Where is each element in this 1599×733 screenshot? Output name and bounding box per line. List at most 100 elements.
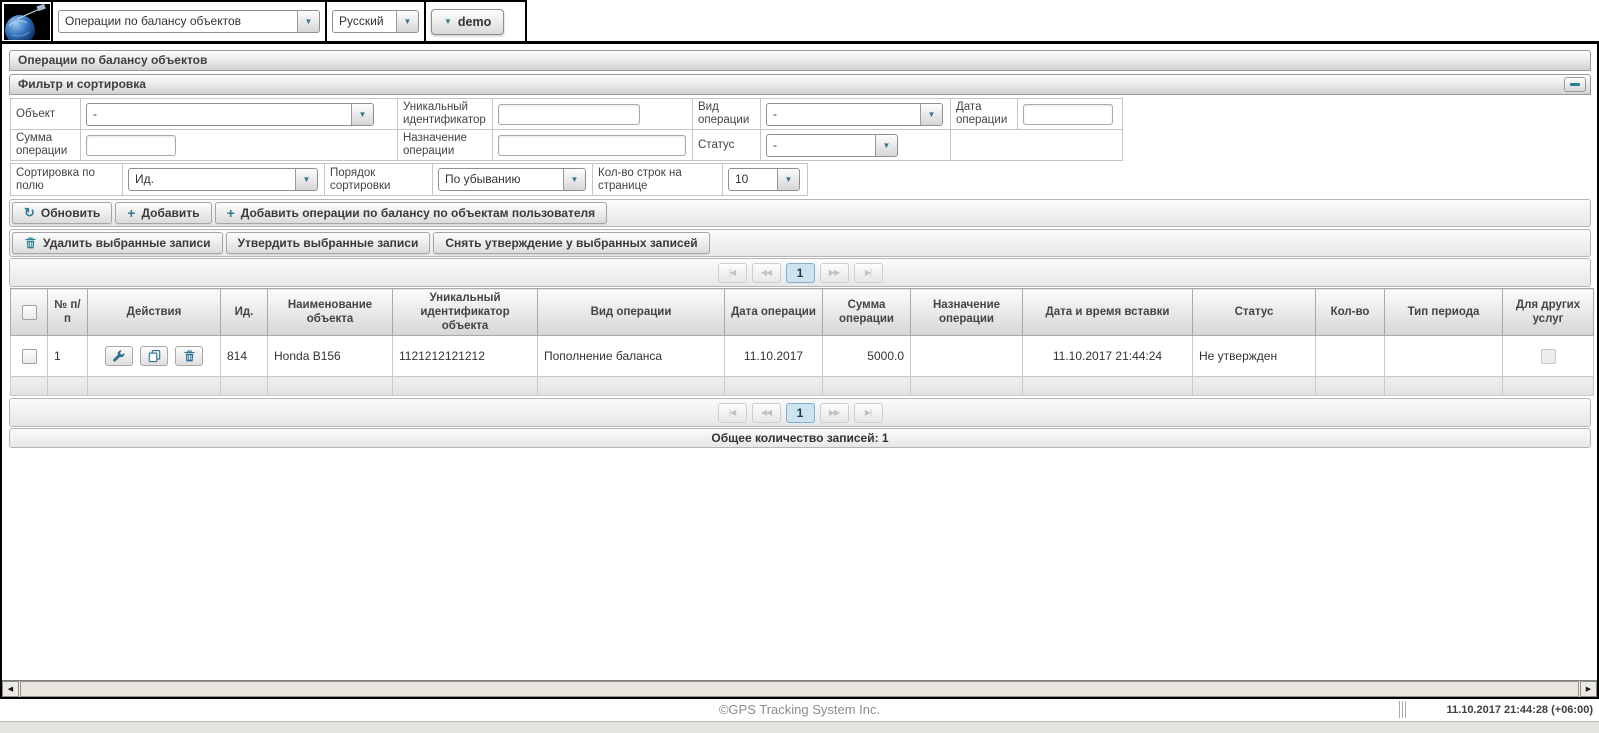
col-header-quantity[interactable]: Кол-во	[1316, 289, 1385, 336]
sort-order-select-value: По убыванию	[439, 169, 563, 190]
main-panel: Операции по балансу объектов Фильтр и со…	[0, 41, 1599, 699]
wrench-icon	[112, 350, 125, 363]
col-header-operation-type[interactable]: Вид операции	[538, 289, 725, 336]
horizontal-scrollbar[interactable]: ◀ ▶	[2, 680, 1597, 697]
table-row: 1	[11, 336, 1594, 377]
add-button[interactable]: + Добавить	[115, 202, 211, 224]
first-page-button[interactable]: |◀	[718, 403, 747, 423]
page-title: Операции по балансу объектов	[9, 50, 1591, 71]
operation-date-input[interactable]	[1023, 104, 1113, 125]
cell-actions	[88, 336, 221, 377]
module-section: Операции по балансу объектов ▼	[53, 2, 327, 41]
filter-panel-title: Фильтр и сортировка	[18, 77, 146, 91]
filter-table: Объект - ▼ Уникальный идентификатор Вид …	[10, 98, 1123, 161]
rows-per-page-select[interactable]: 10 ▼	[728, 168, 800, 191]
footer: ©GPS Tracking System Inc. 11.10.2017 21:…	[0, 699, 1599, 721]
current-page-button[interactable]: 1	[786, 263, 815, 283]
records-table: № п/п Действия Ид. Наименование объекта …	[10, 288, 1594, 396]
delete-selected-button[interactable]: Удалить выбранные записи	[12, 232, 223, 254]
col-header-period-type[interactable]: Тип периода	[1385, 289, 1503, 336]
cell-status: Не утвержден	[1193, 336, 1316, 377]
edit-button[interactable]	[105, 346, 133, 366]
other-services-checkbox	[1541, 349, 1556, 364]
object-select[interactable]: - ▼	[86, 103, 374, 126]
row-checkbox[interactable]	[22, 349, 37, 364]
col-header-purpose[interactable]: Назначение операции	[911, 289, 1023, 336]
plus-icon: +	[127, 206, 135, 220]
cell-quantity	[1316, 336, 1385, 377]
col-header-operation-date[interactable]: Дата операции	[725, 289, 823, 336]
chevron-down-icon[interactable]: ▼	[295, 169, 317, 190]
chevron-down-icon[interactable]: ▼	[875, 135, 897, 156]
status-label: Статус	[693, 130, 761, 161]
scroll-right-button[interactable]: ▶	[1580, 681, 1597, 697]
status-select[interactable]: - ▼	[766, 134, 898, 157]
operation-type-select-value: -	[767, 104, 920, 125]
last-page-button[interactable]: ▶|	[854, 403, 883, 423]
col-header-insert-datetime[interactable]: Дата и время вставки	[1023, 289, 1193, 336]
cell-unique-id: 1121212121212	[393, 336, 538, 377]
col-header-num[interactable]: № п/п	[48, 289, 88, 336]
col-header-object-name[interactable]: Наименование объекта	[268, 289, 393, 336]
operation-type-select[interactable]: - ▼	[766, 103, 943, 126]
scrollbar-thumb[interactable]	[20, 681, 1579, 697]
minus-icon	[1570, 83, 1580, 86]
current-page-button[interactable]: 1	[786, 403, 815, 423]
refresh-button[interactable]: ↻ Обновить	[12, 202, 112, 224]
unapprove-selected-button[interactable]: Снять утверждение у выбранных записей	[433, 232, 709, 254]
cell-insert-datetime: 11.10.2017 21:44:24	[1023, 336, 1193, 377]
chevron-down-icon[interactable]: ▼	[563, 169, 585, 190]
cell-other-services	[1503, 336, 1594, 377]
chevron-down-icon[interactable]: ▼	[920, 104, 942, 125]
cell-object-name: Honda B156	[268, 336, 393, 377]
col-header-operation-sum[interactable]: Сумма операции	[823, 289, 911, 336]
module-select-value: Операции по балансу объектов	[59, 11, 297, 32]
footer-divider	[1399, 701, 1406, 718]
cell-operation-sum: 5000.0	[823, 336, 911, 377]
module-select[interactable]: Операции по балансу объектов ▼	[58, 10, 320, 33]
language-section: Русский ▼	[327, 2, 426, 41]
next-page-button[interactable]: ▶▶	[820, 403, 849, 423]
scroll-left-button[interactable]: ◀	[2, 681, 19, 697]
collapse-button[interactable]	[1564, 77, 1586, 92]
unapprove-selected-label: Снять утверждение у выбранных записей	[445, 236, 697, 250]
chevron-down-icon: ▼	[444, 17, 452, 26]
user-menu-button[interactable]: ▼ demo	[431, 9, 504, 35]
operation-sum-label: Сумма операции	[11, 130, 81, 161]
next-page-button[interactable]: ▶▶	[820, 263, 849, 283]
col-header-other-services[interactable]: Для других услуг	[1503, 289, 1594, 336]
chevron-down-icon[interactable]: ▼	[351, 104, 373, 125]
prev-page-button[interactable]: ◀◀	[752, 263, 781, 283]
toolbar-primary: ↻ Обновить + Добавить + Добавить операци…	[9, 199, 1591, 227]
copyright-text: ©GPS Tracking System Inc.	[0, 699, 1599, 721]
approve-selected-button[interactable]: Утвердить выбранные записи	[226, 232, 431, 254]
add-by-user-objects-button[interactable]: + Добавить операции по балансу по объект…	[215, 202, 608, 224]
col-header-actions[interactable]: Действия	[88, 289, 221, 336]
chevron-down-icon[interactable]: ▼	[297, 11, 319, 32]
total-records-text: Общее количество записей: 1	[711, 431, 888, 445]
prev-page-button[interactable]: ◀◀	[752, 403, 781, 423]
globe-satellite-icon	[4, 4, 50, 40]
chevron-down-icon[interactable]: ▼	[777, 169, 799, 190]
col-header-status[interactable]: Статус	[1193, 289, 1316, 336]
refresh-icon: ↻	[24, 205, 35, 221]
select-all-checkbox[interactable]	[22, 305, 37, 320]
copy-button[interactable]	[140, 346, 168, 366]
col-header-id[interactable]: Ид.	[221, 289, 268, 336]
unique-id-input[interactable]	[498, 104, 640, 125]
language-select[interactable]: Русский ▼	[332, 10, 419, 33]
user-menu-label: demo	[458, 15, 491, 29]
page-title-text: Операции по балансу объектов	[18, 53, 207, 67]
first-page-button[interactable]: |◀	[718, 263, 747, 283]
delete-selected-label: Удалить выбранные записи	[43, 236, 211, 250]
status-clock: 11.10.2017 21:44:28 (+06:00)	[1447, 699, 1593, 721]
sort-field-select[interactable]: Ид. ▼	[128, 168, 318, 191]
pagination-bottom: |◀ ◀◀ 1 ▶▶ ▶|	[9, 398, 1591, 427]
sort-order-select[interactable]: По убыванию ▼	[438, 168, 586, 191]
operation-sum-input[interactable]	[86, 135, 176, 156]
col-header-unique-id[interactable]: Уникальный идентификатор объекта	[393, 289, 538, 336]
operation-purpose-input[interactable]	[498, 135, 686, 156]
delete-button[interactable]	[175, 346, 203, 366]
last-page-button[interactable]: ▶|	[854, 263, 883, 283]
chevron-down-icon[interactable]: ▼	[396, 11, 418, 32]
